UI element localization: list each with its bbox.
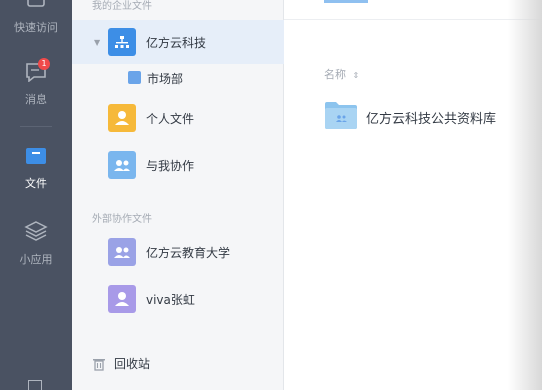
tree-item-department[interactable]: 市场部 [72,66,284,90]
rail-label: 消息 [25,93,47,106]
apps-icon [0,220,72,245]
rail-item-files[interactable]: 文件 [0,146,72,191]
tree-item-label: 亿方云科技 [146,36,207,50]
toolbar-button[interactable] [324,0,368,3]
app-nav-rail: 快速访问 1 消息 文件 小应用 [0,0,72,390]
rail-bottom-icon[interactable] [28,380,42,390]
column-header-label: 名称 [324,68,346,81]
edge-shadow [508,0,542,390]
unread-badge: 1 [38,58,50,70]
tree-item-org[interactable]: ▼ 亿方云科技 [72,20,284,64]
toolbar-strip [284,0,542,20]
rail-divider [20,126,52,127]
rail-item-messages[interactable]: 1 消息 [0,58,72,107]
tree-item-shared-with-me[interactable]: 与我协作 [72,143,284,187]
tree-item-personal-files[interactable]: 个人文件 [72,96,284,140]
section-title-external: 外部协作文件 [92,214,152,225]
message-icon: 1 [24,58,50,85]
rail-item-apps[interactable]: 小应用 [0,220,72,267]
user-icon [108,285,136,313]
folder-tree-panel: 我的企业文件 ▼ 亿方云科技 市场部 个人文件 与我协作 外部协作文件 亿方云教… [72,0,284,390]
org-chart-icon [108,28,136,56]
folder-name: 亿方云科技公共资料库 [366,112,497,127]
trash-label: 回收站 [114,357,151,371]
trash-icon [92,356,106,375]
shared-folder-icon [324,98,358,134]
user-icon [108,104,136,132]
rail-label: 文件 [25,177,47,190]
tree-item-label: 亿方云教育大学 [146,246,231,260]
users-icon [108,151,136,179]
folder-icon [0,146,72,169]
rail-label: 快速访问 [14,21,58,34]
tree-item-label: 市场部 [147,72,184,86]
caret-down-icon[interactable]: ▼ [94,38,100,47]
tree-item-external-user[interactable]: viva张虹 [72,277,284,321]
clock-icon [0,0,72,13]
department-icon [128,71,141,84]
column-header-name[interactable]: 名称 ⇕ [324,66,359,82]
sort-icon: ⇕ [352,71,360,80]
tree-item-label: 与我协作 [146,159,195,173]
file-list-area: 名称 ⇕ 亿方云科技公共资料库 [284,0,542,390]
rail-item-quick-access[interactable]: 快速访问 [0,0,72,35]
rail-label: 小应用 [19,253,53,266]
users-icon [108,238,136,266]
tree-item-external-edu[interactable]: 亿方云教育大学 [72,230,284,274]
tree-item-label: viva张虹 [146,293,195,307]
section-title-enterprise: 我的企业文件 [92,1,152,12]
tree-item-label: 个人文件 [146,112,195,126]
